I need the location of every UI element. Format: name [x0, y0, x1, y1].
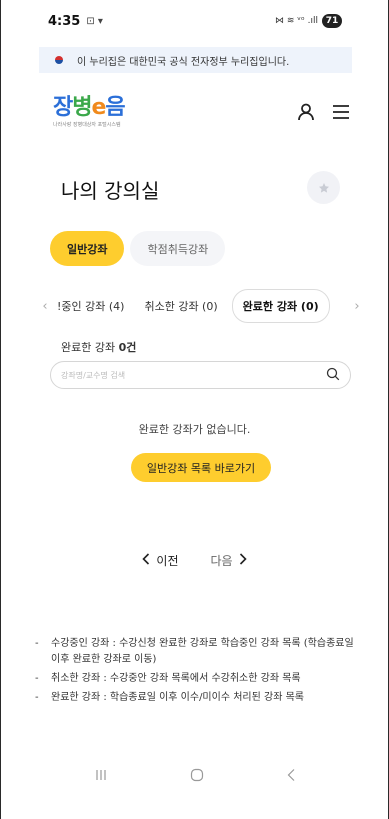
favorite-button[interactable] [307, 171, 340, 204]
menu-icon[interactable] [332, 104, 350, 120]
go-general-courses-button[interactable]: 일반강좌 목록 바로가기 [131, 453, 271, 482]
search-input[interactable] [61, 370, 326, 380]
subtab-completed[interactable]: 완료한 강좌 (0) [231, 289, 330, 323]
battery-icon: 71 [322, 14, 342, 28]
back-icon[interactable] [286, 768, 296, 782]
subtab-cancelled[interactable]: 취소한 강좌 (0) [138, 298, 223, 314]
subtab-in-progress[interactable]: !중인 강좌 (4) [51, 298, 130, 314]
chevron-left-icon[interactable]: ‹ [39, 299, 51, 314]
search-box [50, 361, 351, 389]
count-value: 0건 [118, 341, 137, 354]
status-time: 4:35 [48, 13, 81, 29]
pagination: 이전 다음 [1, 552, 388, 569]
page-title: 나의 강의실 [61, 179, 160, 203]
notification-icons: ⊡ ▾ [86, 15, 103, 27]
system-nav-bar [1, 755, 388, 795]
logo-subtitle: 나라사랑 장병대상자 포털시스템 [53, 122, 121, 128]
chevron-right-icon[interactable]: › [351, 299, 363, 314]
main-tabs: 일반강좌 학점취득강좌 [50, 231, 226, 266]
star-icon [318, 182, 329, 193]
note-item: - 수강중인 강좌 : 수강신청 완료한 강좌로 학습중인 강좌 목록 (학습종… [35, 638, 354, 665]
sub-tabs-row: ‹ !중인 강좌 (4) 취소한 강좌 (0) 완료한 강좌 (0) › [39, 289, 363, 323]
gov-banner[interactable]: 이 누리집은 대한민국 공식 전자정부 누리집입니다. [39, 47, 352, 73]
completed-count: 완료한 강좌 0건 [61, 339, 136, 355]
signal-icons: ⋈ ≋ ᵛᵒ .ıll [275, 16, 318, 26]
tab-general-courses[interactable]: 일반강좌 [50, 231, 125, 266]
site-header: 장병e음 나라사랑 장병대상자 포털시스템 [39, 90, 352, 134]
next-page-button[interactable]: 다음 [211, 552, 247, 569]
prev-page-button[interactable]: 이전 [142, 552, 179, 569]
recent-apps-icon[interactable] [94, 768, 108, 782]
home-icon[interactable] [190, 768, 204, 782]
korea-flag-icon [53, 54, 65, 66]
empty-message: 완료한 강좌가 없습니다. [138, 423, 251, 436]
note-item: - 취소한 강좌 : 수강중안 강좌 목록에서 수강취소한 강좌 목록 [35, 673, 301, 684]
search-icon[interactable] [326, 366, 340, 385]
phone-screen: 4:35 ⊡ ▾ ⋈ ≋ ᵛᵒ .ıll 71 이 누리집은 대한민국 공식 전… [0, 0, 389, 819]
chevron-left-icon [142, 553, 150, 568]
logo-char-4: 음 [105, 95, 125, 120]
site-logo[interactable]: 장병e음 나라사랑 장병대상자 포털시스템 [53, 95, 126, 129]
count-label: 완료한 강좌 [61, 341, 116, 354]
logo-char-1: 장 [53, 95, 73, 120]
status-bar: 4:35 ⊡ ▾ ⋈ ≋ ᵛᵒ .ıll 71 [1, 0, 388, 42]
next-label: 다음 [210, 554, 233, 568]
logo-char-3: e [91, 95, 107, 120]
notes-list: - 수강중인 강좌 : 수강신청 완료한 강좌로 학습중인 강좌 목록 (학습종… [35, 636, 365, 709]
gov-banner-text: 이 누리집은 대한민국 공식 전자정부 누리집입니다. [77, 56, 290, 68]
note-item: - 완료한 강좌 : 학습종료일 이후 이수/미이수 처리된 강좌 목록 [35, 692, 304, 703]
logo-char-2: 병 [72, 95, 92, 120]
chevron-right-icon [239, 553, 247, 568]
user-icon[interactable] [296, 102, 316, 122]
prev-label: 이전 [156, 554, 179, 568]
tab-credit-courses[interactable]: 학점취득강좌 [130, 231, 226, 266]
